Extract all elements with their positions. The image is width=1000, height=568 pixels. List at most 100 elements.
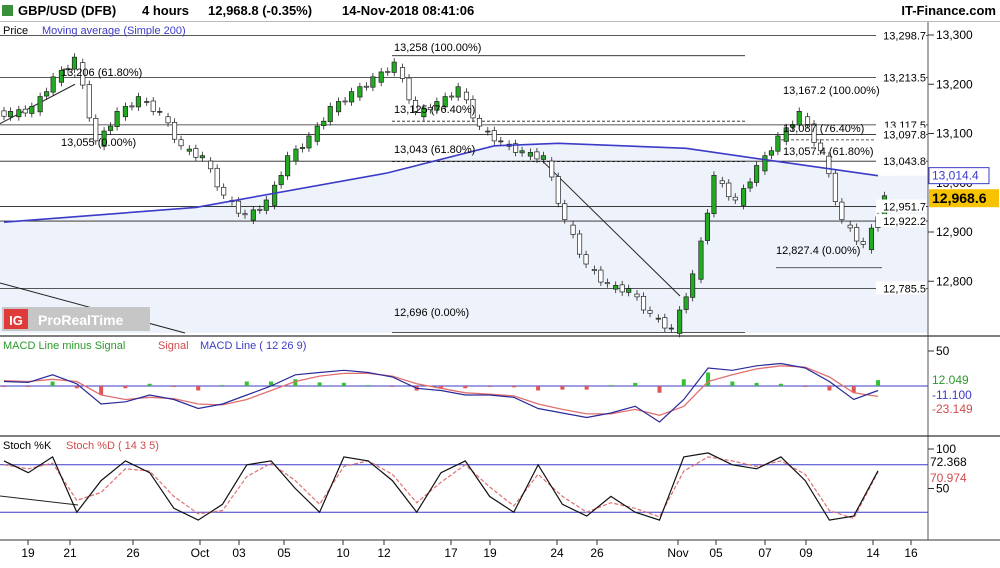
x-tick-label: 16 xyxy=(904,546,918,560)
candle-body xyxy=(832,172,838,202)
candle-body xyxy=(278,175,284,186)
candle-body xyxy=(235,200,242,214)
candle-body xyxy=(598,269,604,283)
candle-body xyxy=(157,110,163,113)
header-last: 12,968.8 (-0.35%) xyxy=(208,3,313,18)
macd-hist-bar xyxy=(244,381,249,386)
y-tick-label: 13,200 xyxy=(936,77,973,91)
candle-body xyxy=(485,130,491,133)
legend-price: Price xyxy=(3,25,28,37)
macd-hist-bar xyxy=(633,382,638,386)
fib-label: 13,258 (100.00%) xyxy=(394,42,481,54)
x-tick-label: 10 xyxy=(336,546,350,560)
candle-body xyxy=(647,310,653,314)
macd-hist-bar xyxy=(74,386,79,389)
x-tick-label: 17 xyxy=(444,546,458,560)
candle-body xyxy=(540,155,546,160)
candle-body xyxy=(562,203,568,221)
macd-hist-bar xyxy=(560,386,565,390)
candle-body xyxy=(754,165,760,183)
candle-body xyxy=(122,106,128,118)
candle-body xyxy=(549,160,555,178)
candle-body xyxy=(50,76,56,93)
candle-body xyxy=(491,130,497,142)
candle-body xyxy=(37,96,43,113)
candle-body xyxy=(762,155,768,172)
candle-body xyxy=(306,135,312,149)
candle-body xyxy=(534,151,540,160)
macd-hist-bar xyxy=(803,386,808,387)
fib-label: 13,057.4 (61.80%) xyxy=(783,146,874,158)
candle-body xyxy=(591,269,597,271)
macd-hist-bar xyxy=(681,379,686,386)
candle-body xyxy=(626,288,632,293)
x-tick-label: 26 xyxy=(126,546,140,560)
macd-hist-bar xyxy=(147,383,152,386)
candle-body xyxy=(662,317,668,329)
candle-body xyxy=(690,273,696,298)
candle-body xyxy=(44,91,50,97)
candle-body xyxy=(826,155,832,175)
chart-header: GBP/USD (DFB) 4 hours 12,968.8 (-0.35%) … xyxy=(0,0,1000,22)
macd-hist-bar xyxy=(657,386,662,393)
candle-body xyxy=(655,317,661,320)
candle-body xyxy=(135,96,141,108)
candle-body xyxy=(150,100,156,112)
macd-badge-hist: 12.049 xyxy=(932,373,969,387)
candle-body xyxy=(314,125,320,142)
candle-body xyxy=(711,175,717,214)
x-tick-label: 07 xyxy=(758,546,772,560)
fib-label: 13,055 (0.00%) xyxy=(61,137,136,149)
legend-macd-hist: MACD Line minus Signal xyxy=(3,340,125,352)
chart-svg: Price Moving average (Simple 200) 13,258 (… xyxy=(0,22,1000,560)
level-label: 13,298.7 xyxy=(883,31,926,43)
candle-body xyxy=(16,109,22,118)
stoch-tick-label: 100 xyxy=(936,442,956,456)
macd-tick-label: 50 xyxy=(936,344,950,358)
candle-body xyxy=(336,101,342,113)
level-label: 13,213.5 xyxy=(883,73,926,85)
fib-label: 13,206 (61.80%) xyxy=(61,67,142,79)
candle-body xyxy=(193,148,199,158)
fib-label: 13,167.2 (100.00%) xyxy=(783,85,880,97)
candle-body xyxy=(640,296,647,311)
candle-body xyxy=(634,293,640,298)
candle-body xyxy=(747,181,753,189)
y-tick-label: 13,100 xyxy=(936,127,973,141)
candle-body xyxy=(613,285,619,290)
price-badge: 12,968.6 xyxy=(932,190,987,206)
x-tick-label: Oct xyxy=(191,546,210,560)
candle-body xyxy=(7,110,14,118)
macd-badge-line: -11.100 xyxy=(932,388,972,402)
candle-body xyxy=(178,139,184,147)
candle-body xyxy=(498,140,504,143)
x-tick-label: 19 xyxy=(483,546,497,560)
level-label: 13,097.8 xyxy=(883,130,926,142)
candle-body xyxy=(570,224,576,235)
candle-body xyxy=(463,91,470,101)
candle-body xyxy=(293,148,299,162)
candle-body xyxy=(668,327,674,330)
macd-badge-signal: -23.149 xyxy=(932,402,973,416)
x-tick-label: 19 xyxy=(21,546,35,560)
macd-hist-bar xyxy=(366,385,371,386)
x-tick-label: 03 xyxy=(232,546,246,560)
candle-body xyxy=(242,213,248,216)
candle-body xyxy=(860,241,866,245)
macd-hist-bar xyxy=(220,385,225,386)
watermark-logo-text: IG xyxy=(9,313,23,328)
candle-body xyxy=(342,100,348,103)
macd-hist-bar xyxy=(511,386,516,388)
legend-ma: Moving average (Simple 200) xyxy=(42,25,186,37)
candle-body xyxy=(854,227,860,242)
header-source[interactable]: IT-Finance.com xyxy=(901,0,996,21)
candle-body xyxy=(839,201,845,221)
y-tick-label: 12,800 xyxy=(936,274,973,288)
candle-body xyxy=(677,309,683,334)
candle-body xyxy=(476,118,483,127)
macd-hist-bar xyxy=(706,372,711,386)
x-tick-label: 05 xyxy=(277,546,291,560)
macd-hist-bar xyxy=(26,386,31,387)
candle-body xyxy=(186,148,192,152)
macd-hist-bar xyxy=(317,382,322,386)
